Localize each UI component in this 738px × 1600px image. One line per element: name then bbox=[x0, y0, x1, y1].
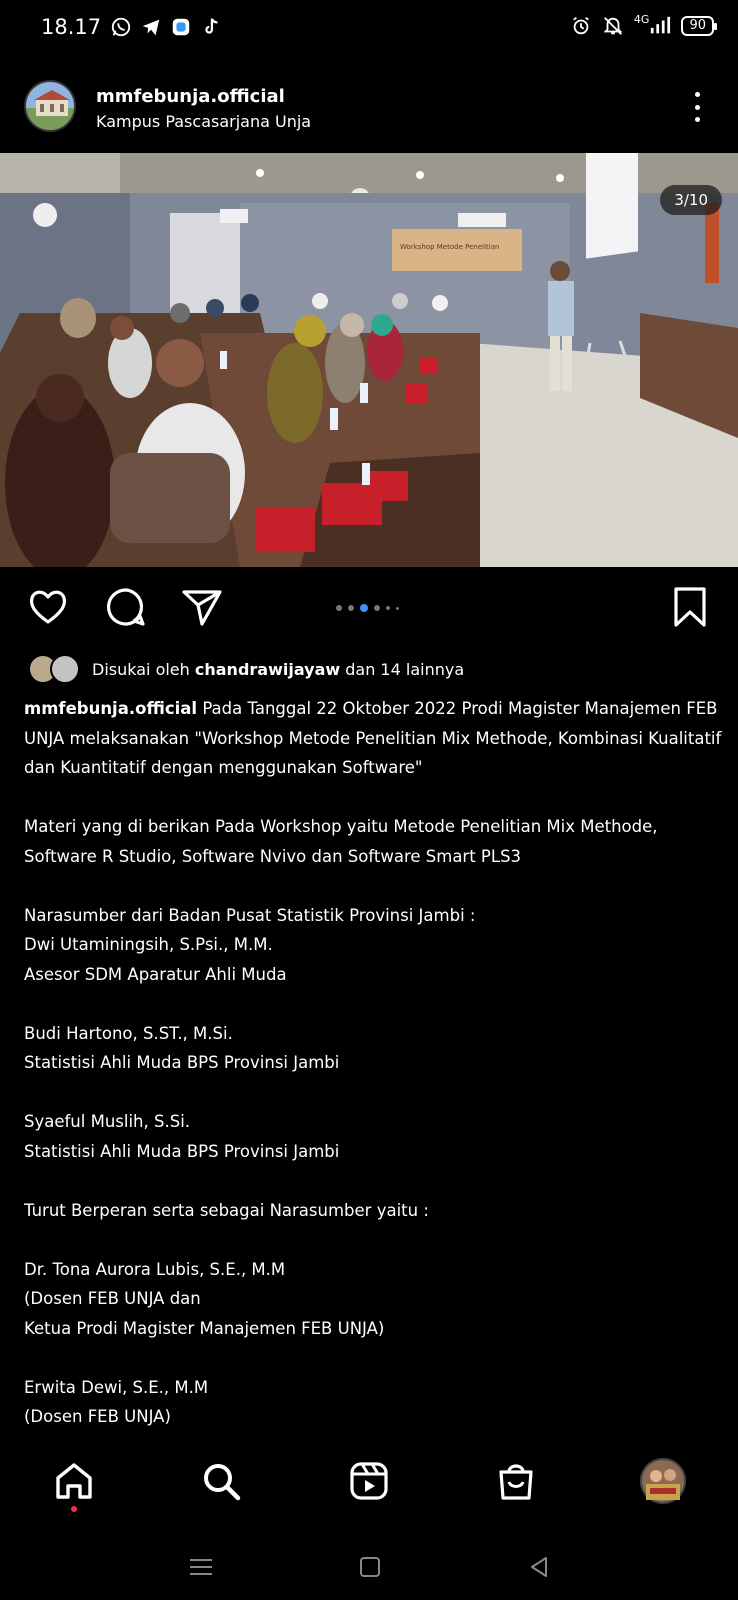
notification-dot bbox=[71, 1506, 77, 1512]
caption-first-line: mmfebunja.official Pada Tanggal 22 Oktob… bbox=[24, 694, 724, 724]
post-caption: mmfebunja.official Pada Tanggal 22 Oktob… bbox=[24, 694, 724, 1432]
status-time: 18.17 bbox=[41, 15, 102, 39]
back-triangle-icon[interactable] bbox=[524, 1552, 554, 1582]
heart-icon[interactable] bbox=[26, 585, 70, 629]
caption-line: Dr. Tona Aurora Lubis, S.E., M.M bbox=[24, 1259, 286, 1279]
caption-line bbox=[24, 989, 724, 1019]
caption-line bbox=[24, 871, 724, 901]
caption-username[interactable]: mmfebunja.official bbox=[24, 699, 197, 718]
nav-shop[interactable] bbox=[493, 1458, 539, 1504]
network-label: 4G bbox=[633, 12, 650, 26]
caption-line: Statistisi Ahli Muda BPS Provinsi Jambi bbox=[24, 1141, 340, 1161]
alarm-icon bbox=[573, 16, 589, 35]
caption-line: Syaeful Muslih, S.Si. bbox=[24, 1112, 191, 1131]
caption-line: Asesor SDM Aparatur Ahli Muda bbox=[24, 964, 287, 984]
more-dot-icon bbox=[694, 104, 700, 110]
carousel-dot bbox=[336, 605, 342, 611]
caption-line: Budi Hartono, S.ST., M.Si. bbox=[24, 1023, 233, 1043]
likes-text: Disukai oleh chandrawijayaw dan 14 lainn… bbox=[92, 660, 464, 679]
carousel-dot bbox=[386, 606, 390, 610]
bookmark-icon[interactable] bbox=[668, 585, 712, 629]
caption-line: Narasumber dari Badan Pusat Statistik Pr… bbox=[24, 905, 476, 925]
nav-home[interactable] bbox=[51, 1458, 97, 1504]
caption-line bbox=[24, 783, 724, 813]
caption-line: Materi yang di berikan Pada Workshop yai… bbox=[24, 817, 658, 836]
likes-prefix: Disukai oleh bbox=[92, 659, 190, 679]
carousel-counter: 3/10 bbox=[660, 185, 722, 215]
carousel-dot bbox=[374, 605, 380, 611]
app-icon bbox=[172, 18, 190, 36]
comment-icon[interactable] bbox=[104, 585, 148, 629]
mute-icon bbox=[603, 17, 623, 35]
battery-indicator: 90 bbox=[681, 16, 717, 36]
caption-line: Dwi Utaminingsih, S.Psi., M.M. bbox=[24, 935, 273, 954]
recents-square-icon[interactable] bbox=[355, 1552, 385, 1582]
nav-search[interactable] bbox=[198, 1458, 244, 1504]
caption-line: (Dosen FEB UNJA) bbox=[24, 1407, 171, 1426]
reels-icon bbox=[350, 1462, 388, 1500]
likes-suffix: dan 14 lainnya bbox=[345, 659, 465, 679]
caption-first-text: Pada Tanggal 22 Oktober 2022 Prodi Magis… bbox=[197, 699, 718, 718]
likes-row[interactable]: Disukai oleh chandrawijayaw dan 14 lainn… bbox=[28, 652, 464, 686]
carousel-dots bbox=[336, 604, 399, 612]
caption-line: Statistisi Ahli Muda BPS Provinsi Jambi bbox=[24, 1053, 340, 1072]
post-photo[interactable]: Workshop Metode Penelitian 3/10 bbox=[0, 153, 738, 567]
nav-reels[interactable] bbox=[346, 1458, 392, 1504]
caption-line bbox=[24, 1078, 724, 1108]
caption-line: (Dosen FEB UNJA dan bbox=[24, 1289, 201, 1308]
carousel-dot bbox=[348, 605, 354, 611]
post-username[interactable]: mmfebunja.official bbox=[96, 86, 285, 107]
caption-line bbox=[24, 1225, 724, 1255]
caption-line: Turut Berperan serta sebagai Narasumber … bbox=[24, 1200, 429, 1220]
tiktok-icon bbox=[205, 18, 218, 34]
status-app-icons bbox=[110, 16, 222, 38]
carousel-dot-active bbox=[360, 604, 368, 612]
carousel-dot bbox=[396, 606, 399, 610]
likes-user[interactable]: chandrawijayaw bbox=[195, 660, 340, 679]
post-location[interactable]: Kampus Pascasarjana Unja bbox=[96, 112, 311, 131]
account-avatar[interactable] bbox=[24, 80, 76, 132]
status-indicators: 4G 90 bbox=[570, 12, 717, 37]
send-icon[interactable] bbox=[180, 585, 224, 629]
liker-avatar bbox=[50, 654, 80, 684]
status-bar: 18.17 4G 90 bbox=[0, 0, 738, 56]
system-navigation bbox=[0, 1540, 738, 1600]
caption-line: Ketua Prodi Magister Manajemen FEB UNJA) bbox=[24, 1318, 385, 1338]
caption-line: Erwita Dewi, S.E., M.M bbox=[24, 1377, 209, 1397]
home-icon bbox=[56, 1463, 92, 1499]
caption-line: UNJA melaksanakan "Workshop Metode Penel… bbox=[24, 728, 722, 748]
more-options-button[interactable] bbox=[692, 92, 702, 122]
signal-icon bbox=[651, 16, 671, 34]
more-dot-icon bbox=[694, 92, 700, 97]
menu-icon[interactable] bbox=[186, 1552, 216, 1582]
profile-avatar bbox=[640, 1458, 686, 1504]
caption-body: UNJA melaksanakan "Workshop Metode Penel… bbox=[24, 724, 724, 1432]
whatsapp-icon bbox=[111, 17, 131, 37]
caption-line: Software R Studio, Software Nvivo dan So… bbox=[24, 846, 522, 866]
nav-profile[interactable] bbox=[640, 1458, 686, 1504]
caption-line bbox=[24, 1166, 724, 1196]
search-icon bbox=[204, 1464, 241, 1501]
post-actions bbox=[0, 585, 738, 635]
caption-line: dan Kuantitatif dengan menggunakan Softw… bbox=[24, 758, 423, 777]
more-dot-icon bbox=[694, 117, 700, 122]
post-header: mmfebunja.official Kampus Pascasarjana U… bbox=[0, 70, 738, 145]
telegram-icon bbox=[142, 19, 160, 36]
workshop-photo: Workshop Metode Penelitian bbox=[0, 153, 738, 567]
bottom-navigation bbox=[0, 1440, 738, 1520]
banner-text: Workshop Metode Penelitian bbox=[400, 243, 499, 251]
caption-line bbox=[24, 1343, 724, 1373]
shop-icon bbox=[499, 1464, 533, 1500]
